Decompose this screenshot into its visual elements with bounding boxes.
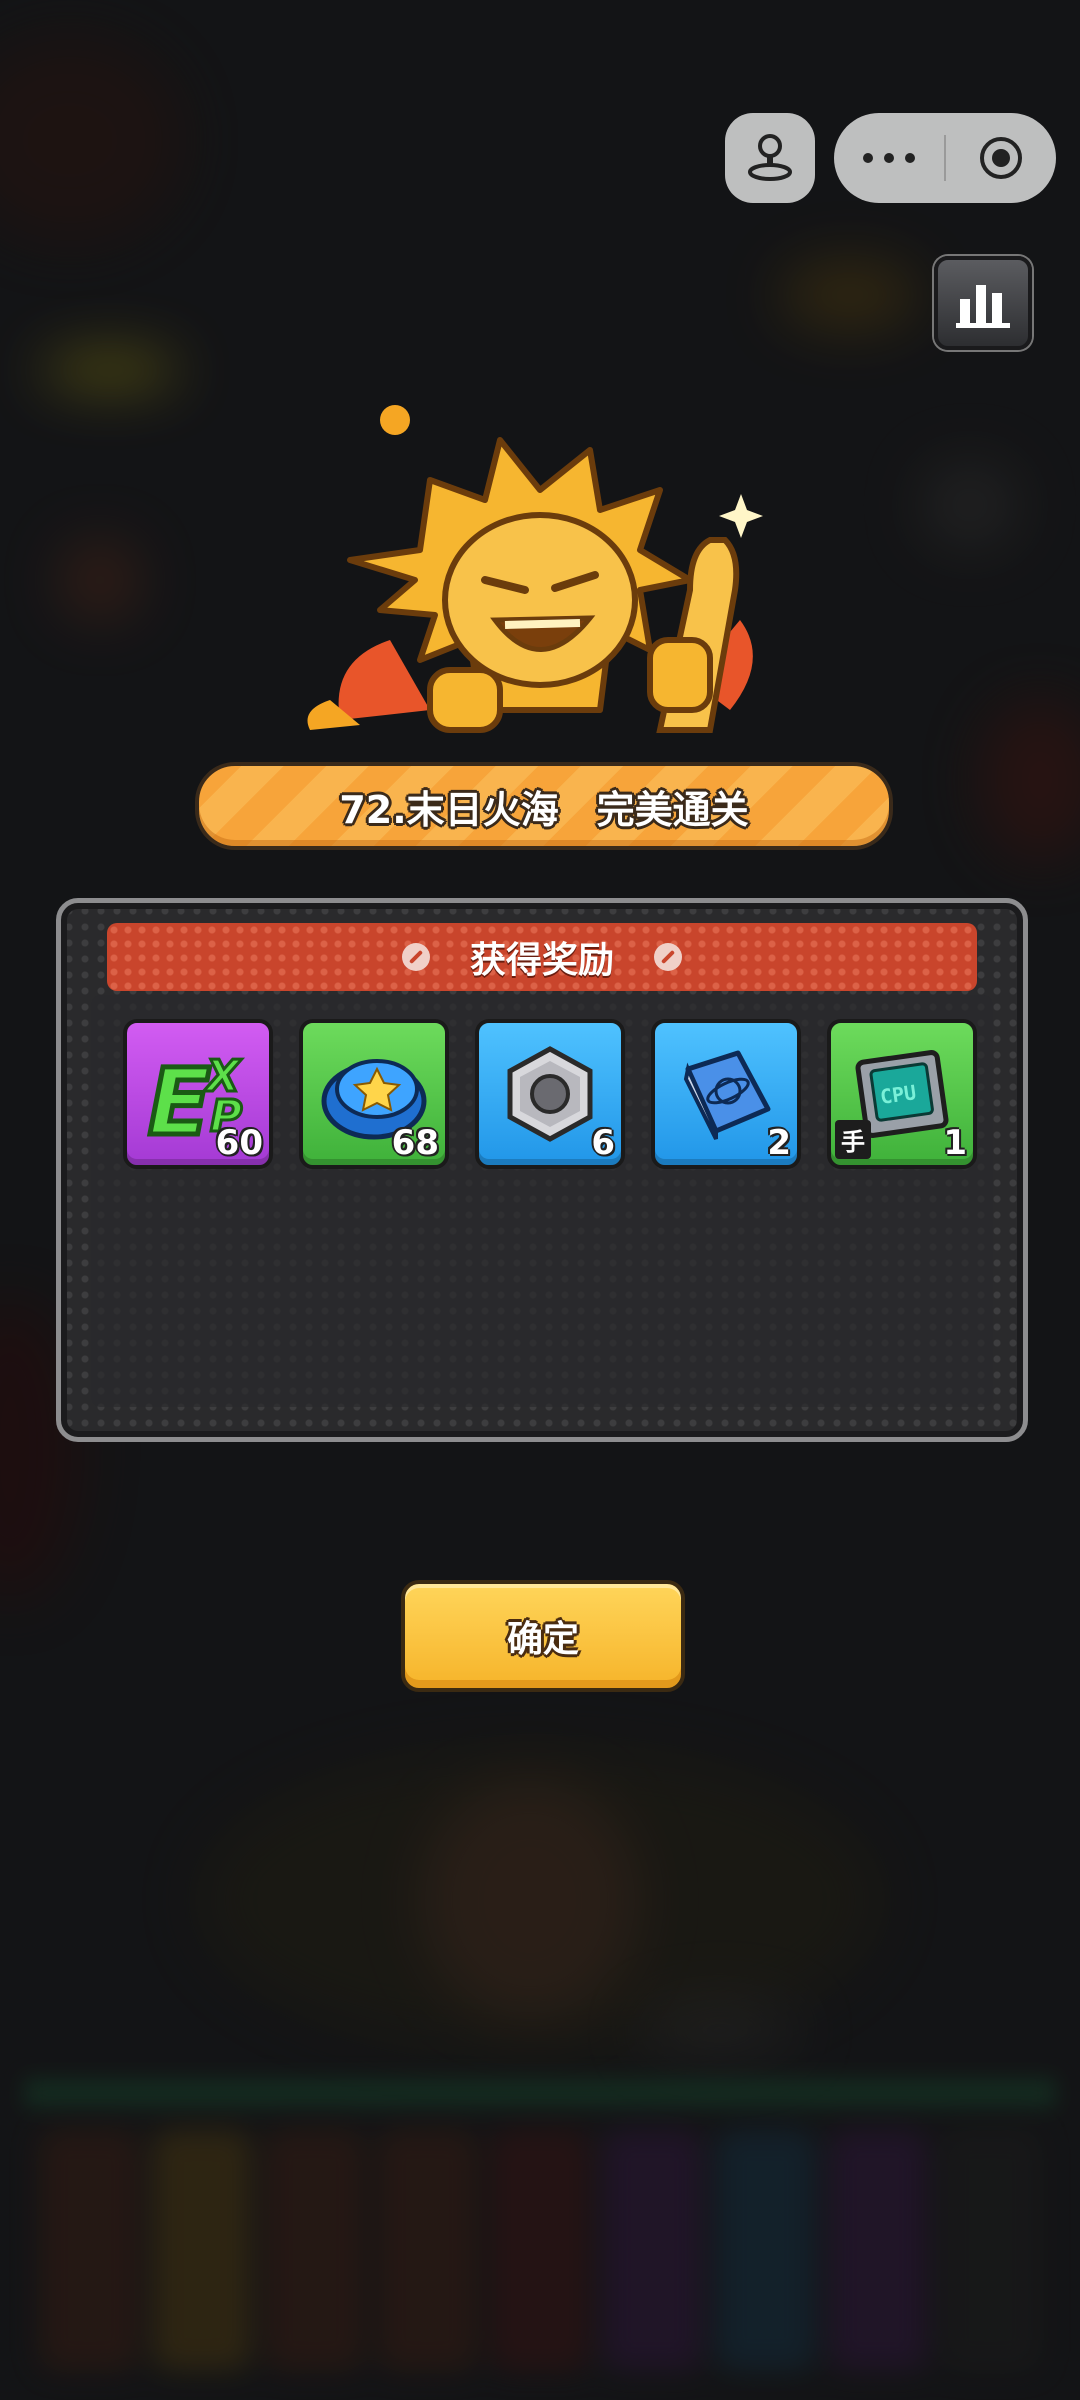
clear-result: 完美通关 [596,787,749,832]
more-dots-icon [863,153,915,163]
reward-items: E X P 60 68 6 2 CPU 手 1 [123,1019,977,1169]
stats-button[interactable] [934,256,1032,350]
reward-item-cpu-chip[interactable]: CPU 手 1 [827,1019,977,1169]
svg-text:CPU: CPU [879,1080,918,1109]
slash-dot-icon [654,943,682,971]
slash-dot-icon [401,943,430,971]
gold-mascot-image [270,380,790,780]
confirm-label: 确定 [506,1619,579,1660]
svg-text:E: E [148,1049,211,1149]
stage-result-banner: 72.末日火海 完美通关 [195,762,893,850]
reward-count: 1 [943,1123,967,1163]
bar-chart-icon [956,285,1010,328]
reward-count: 6 [591,1123,615,1163]
reward-title: 获得奖励 [469,940,614,981]
reward-item-blueprint-book[interactable]: 2 [651,1019,801,1169]
more-button[interactable] [834,113,944,203]
reward-item-hex-nut[interactable]: 6 [475,1019,625,1169]
reward-count: 60 [215,1123,263,1163]
reward-item-bottle-cap[interactable]: 68 [299,1019,449,1169]
reward-count: 2 [767,1123,791,1163]
target-circle-icon [980,137,1022,179]
reward-count: 68 [391,1123,439,1163]
close-button[interactable] [946,113,1056,203]
reward-header: 获得奖励 [107,923,977,991]
reward-item-exp[interactable]: E X P 60 [123,1019,273,1169]
joystick-button[interactable] [725,113,815,203]
hex-nut-icon [507,1046,593,1142]
capsule-menu [834,113,1056,203]
reward-panel: 获得奖励 E X P 60 68 6 2 CPU 手 1 [56,898,1028,1442]
reward-tag: 手 [835,1120,871,1159]
joystick-icon [748,134,792,181]
confirm-button[interactable]: 确定 [401,1580,685,1692]
stage-name: 72.末日火海 [339,787,559,832]
